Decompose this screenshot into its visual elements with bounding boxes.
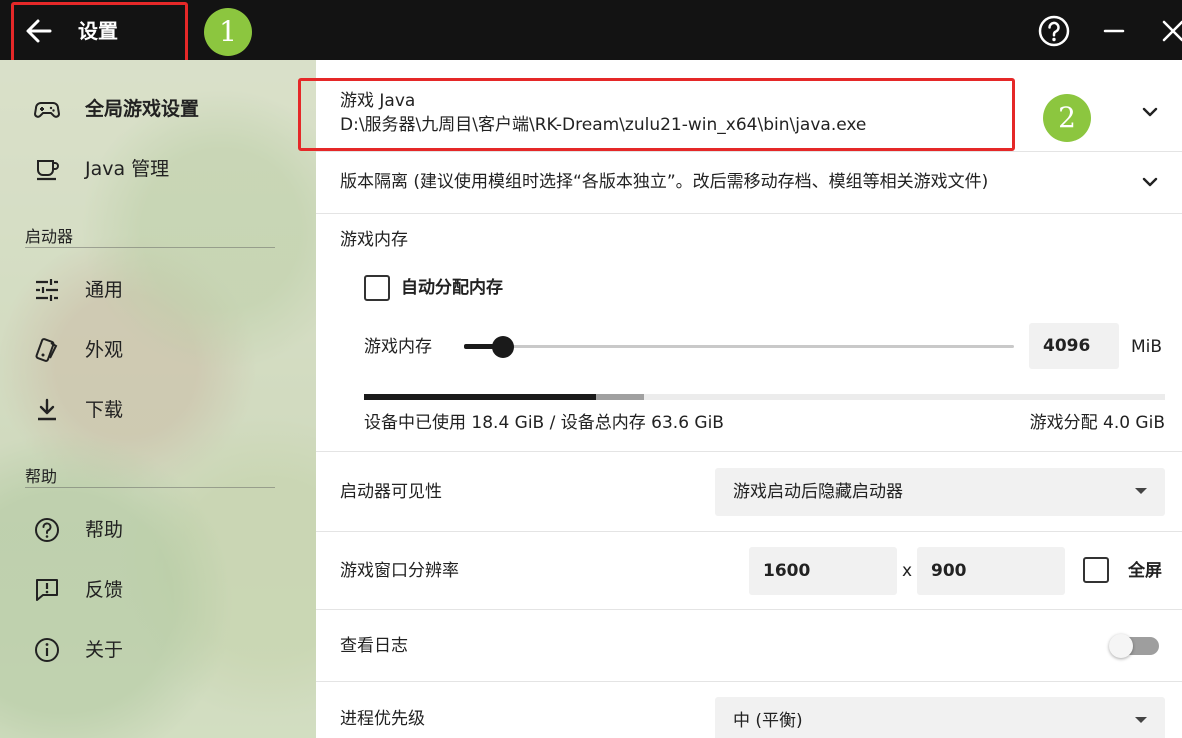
close-icon[interactable]: [1155, 14, 1182, 48]
sidebar-item-label: 外观: [85, 339, 124, 361]
dropdown-caret-icon: [1135, 488, 1147, 494]
memory-allocated-segment: [596, 394, 644, 400]
download-icon: [34, 397, 60, 423]
chevron-down-icon[interactable]: [1140, 172, 1160, 192]
sidebar-item-label: 帮助: [85, 519, 124, 541]
memory-allocation-text: 游戏分配 4.0 GiB: [1029, 413, 1165, 433]
sidebar-item-feedback[interactable]: 反馈: [0, 559, 316, 619]
process-priority-select[interactable]: 中 (平衡): [715, 697, 1165, 738]
memory-slider-track: [464, 345, 1014, 348]
version-isolation-label: 版本隔离 (建议使用模组时选择“各版本独立”。改后需移动存档、模组等相关游戏文件…: [340, 172, 989, 192]
version-isolation-row[interactable]: 版本隔离 (建议使用模组时选择“各版本独立”。改后需移动存档、模组等相关游戏文件…: [316, 152, 1182, 214]
memory-used-segment: [364, 394, 596, 400]
window-resolution-label: 游戏窗口分辨率: [340, 561, 459, 581]
annotation-box-1: [11, 2, 188, 65]
help-icon: [34, 517, 60, 543]
feedback-icon: [34, 577, 60, 603]
launcher-visibility-row: 启动器可见性 游戏启动后隐藏启动器: [316, 452, 1182, 532]
settings-panel: 游戏 Java D:\服务器\九周目\客户端\RK-Dream\zulu21-w…: [316, 60, 1182, 738]
view-logs-label: 查看日志: [340, 636, 408, 656]
window-resolution-row: 游戏窗口分辨率 1600 x 900 全屏: [316, 532, 1182, 610]
view-logs-toggle[interactable]: [1109, 634, 1159, 658]
sidebar-item-global-game-settings[interactable]: 全局游戏设置: [0, 78, 316, 138]
info-icon: [34, 637, 60, 663]
memory-slider-thumb[interactable]: [492, 336, 514, 358]
sidebar: 全局游戏设置 Java 管理 启动器 通用 外观 下载 帮助 帮助 反馈 关于: [0, 60, 316, 738]
help-circle-icon[interactable]: [1037, 14, 1071, 48]
process-priority-row: 进程优先级 中 (平衡): [316, 682, 1182, 738]
fullscreen-checkbox[interactable]: [1083, 557, 1109, 583]
view-logs-row: 查看日志: [316, 610, 1182, 682]
memory-slider-label: 游戏内存: [364, 337, 432, 357]
resolution-height-input[interactable]: 900: [917, 547, 1065, 595]
resolution-width-input[interactable]: 1600: [749, 547, 897, 595]
memory-usage-bar: [364, 394, 1165, 400]
sidebar-item-general[interactable]: 通用: [0, 259, 316, 319]
java-cup-icon: [34, 156, 60, 182]
sidebar-item-label: 下载: [85, 399, 124, 421]
annotation-badge-2: 2: [1043, 94, 1091, 142]
select-value: 中 (平衡): [733, 711, 803, 731]
chevron-down-icon[interactable]: [1140, 102, 1160, 122]
auto-memory-checkbox[interactable]: [364, 275, 390, 301]
select-value: 游戏启动后隐藏启动器: [733, 482, 903, 502]
resolution-separator: x: [902, 561, 913, 581]
sidebar-item-label: 关于: [85, 639, 124, 661]
sidebar-section-help: 帮助: [25, 467, 58, 486]
sidebar-item-download[interactable]: 下载: [0, 379, 316, 439]
sidebar-item-about[interactable]: 关于: [0, 619, 316, 679]
sliders-icon: [34, 277, 60, 303]
palette-icon: [34, 337, 60, 363]
memory-usage-text: 设备中已使用 18.4 GiB / 设备总内存 63.6 GiB: [364, 413, 724, 433]
annotation-badge-1: 1: [204, 8, 252, 56]
title-bar: 设置 1: [0, 0, 1182, 65]
sidebar-item-java-management[interactable]: Java 管理: [0, 138, 316, 198]
sidebar-item-label: 通用: [85, 279, 124, 301]
launcher-visibility-select[interactable]: 游戏启动后隐藏启动器: [715, 468, 1165, 516]
sidebar-divider: [25, 247, 275, 248]
process-priority-label: 进程优先级: [340, 709, 425, 729]
toggle-knob: [1109, 634, 1133, 658]
minimize-icon[interactable]: [1097, 14, 1131, 48]
memory-value-input[interactable]: 4096: [1029, 323, 1119, 369]
sidebar-item-label: 反馈: [85, 579, 124, 601]
memory-slider[interactable]: [464, 334, 1014, 360]
annotation-box-2: [298, 78, 1015, 151]
memory-section-label: 游戏内存: [340, 230, 408, 250]
sidebar-section-launcher: 启动器: [25, 227, 74, 246]
gamepad-icon: [33, 96, 61, 122]
sidebar-item-label: Java 管理: [85, 158, 170, 180]
auto-memory-label: 自动分配内存: [401, 278, 503, 298]
sidebar-divider: [25, 487, 275, 488]
memory-unit: MiB: [1131, 337, 1163, 357]
sidebar-item-appearance[interactable]: 外观: [0, 319, 316, 379]
sidebar-item-label: 全局游戏设置: [85, 98, 200, 120]
fullscreen-label: 全屏: [1128, 561, 1162, 581]
launcher-visibility-label: 启动器可见性: [340, 482, 442, 502]
sidebar-item-help[interactable]: 帮助: [0, 499, 316, 559]
game-memory-section: 游戏内存 自动分配内存 游戏内存 4096 MiB 设备中已使用 18.4 Gi…: [316, 214, 1182, 452]
dropdown-caret-icon: [1135, 717, 1147, 723]
